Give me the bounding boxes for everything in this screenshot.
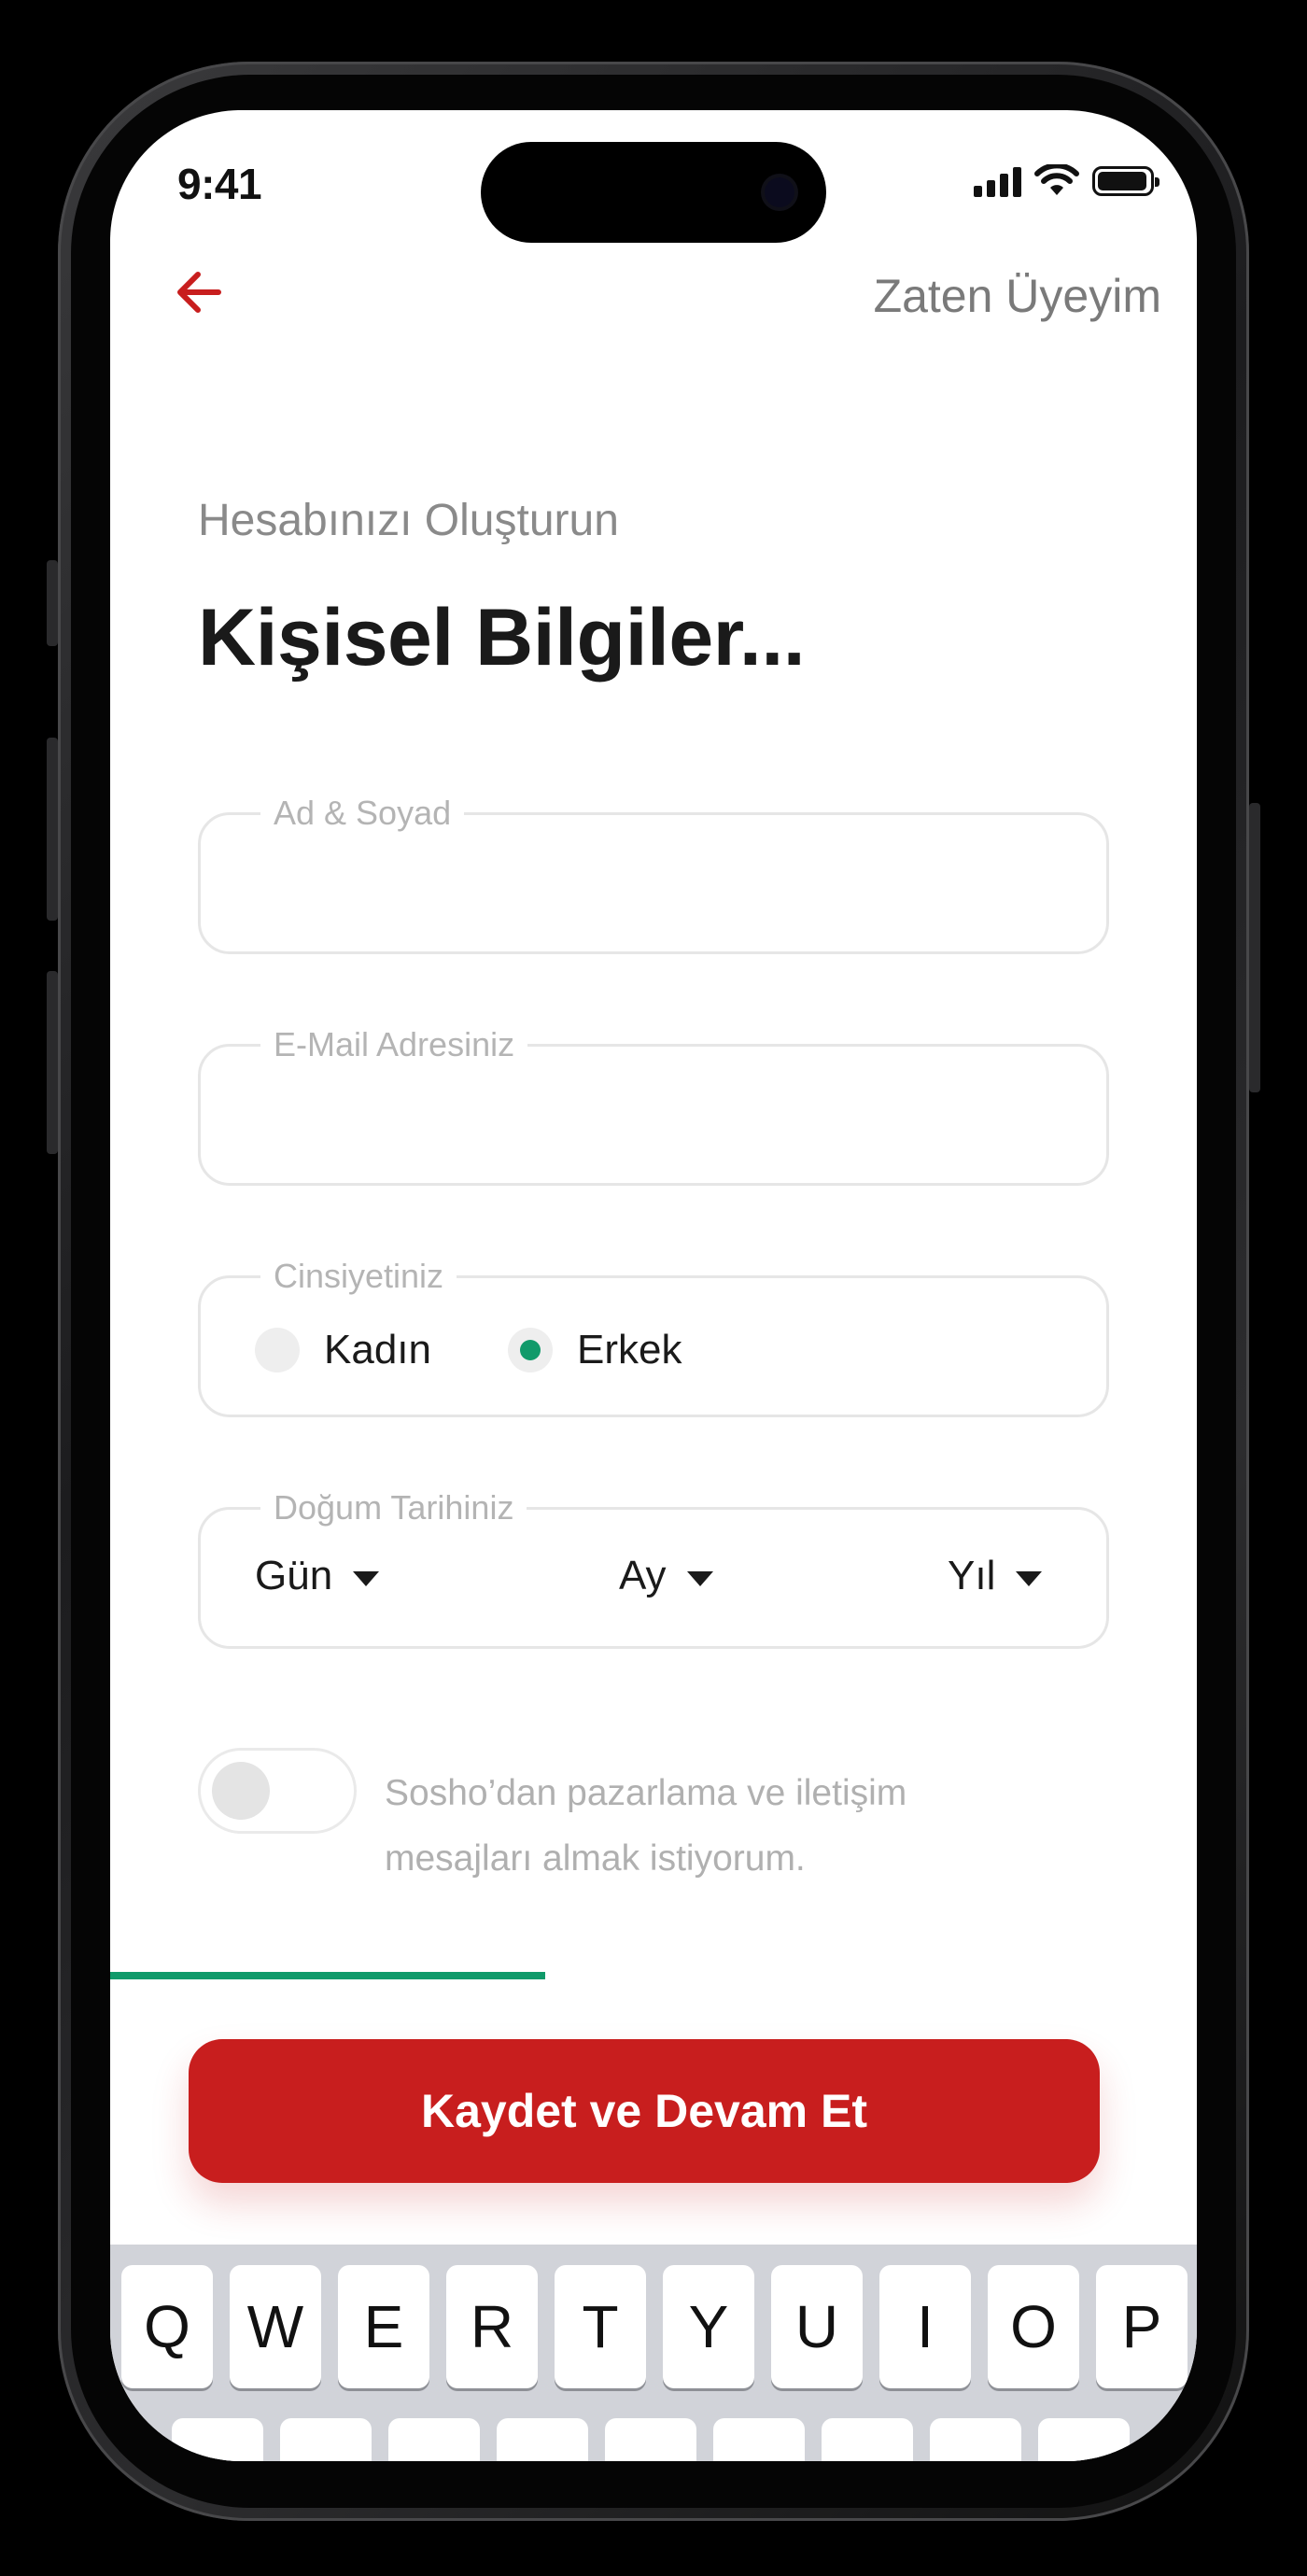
month-select[interactable]: Ay (619, 1553, 713, 1599)
save-continue-button[interactable]: Kaydet ve Devam Et (189, 2039, 1100, 2183)
already-member-link[interactable]: Zaten Üyeyim (874, 269, 1161, 323)
battery-icon (1092, 166, 1159, 196)
key-y[interactable]: Y (663, 2265, 754, 2388)
marketing-consent-text: Sosho’dan pazarlama ve iletişim mesajlar… (385, 1773, 907, 1879)
name-input[interactable] (238, 843, 1069, 923)
keyboard-key[interactable] (930, 2418, 1021, 2461)
keyboard-key[interactable] (1038, 2418, 1130, 2461)
key-i[interactable]: I (879, 2265, 971, 2388)
toggle-knob (212, 1762, 270, 1820)
volume-up-button (47, 738, 58, 921)
keyboard-key[interactable] (280, 2418, 372, 2461)
day-select-label: Gün (255, 1553, 333, 1598)
gender-female-label: Kadın (324, 1327, 431, 1372)
keyboard: QWERTYUIOP (110, 2245, 1197, 2461)
day-select[interactable]: Gün (255, 1553, 380, 1599)
gender-radio-group: Kadın Erkek (255, 1327, 682, 1373)
key-p[interactable]: P (1096, 2265, 1188, 2388)
keyboard-key[interactable] (172, 2418, 263, 2461)
arrow-left-icon[interactable] (170, 263, 228, 321)
key-q[interactable]: Q (121, 2265, 213, 2388)
key-o[interactable]: O (988, 2265, 1079, 2388)
key-w[interactable]: W (230, 2265, 321, 2388)
battery-level (1098, 172, 1146, 190)
dynamic-island (481, 142, 826, 243)
gender-option-male[interactable]: Erkek (507, 1327, 682, 1373)
key-r[interactable]: R (446, 2265, 538, 2388)
key-t[interactable]: T (555, 2265, 646, 2388)
keyboard-key[interactable] (605, 2418, 696, 2461)
action-button (47, 560, 58, 646)
email-input[interactable] (238, 1075, 1069, 1155)
caret-down-icon (686, 1571, 713, 1586)
progress-bar (110, 1972, 1197, 1979)
keyboard-key[interactable] (822, 2418, 913, 2461)
gender-male-label: Erkek (576, 1327, 682, 1372)
app-screen: 9:41 Zaten Üyeyim Hesabınızı Oluşturun K… (110, 110, 1197, 2461)
key-e[interactable]: E (338, 2265, 429, 2388)
name-field-label: Ad & Soyad (260, 795, 465, 832)
gender-field: Cinsiyetiniz Kadın Erkek (198, 1258, 1109, 1417)
progress-fill (110, 1972, 545, 1979)
radio-male[interactable] (507, 1328, 553, 1372)
volume-down-button (47, 971, 58, 1154)
keyboard-row-1: QWERTYUIOP (121, 2265, 1188, 2388)
power-button (1249, 803, 1260, 1092)
name-field[interactable]: Ad & Soyad (198, 795, 1109, 954)
keyboard-key[interactable] (388, 2418, 480, 2461)
keyboard-row-2 (172, 2418, 1130, 2461)
marketing-toggle[interactable] (198, 1748, 357, 1834)
front-camera (765, 177, 794, 207)
year-select[interactable]: Yıl (948, 1553, 1043, 1599)
email-field-label: E-Mail Adresiniz (260, 1026, 528, 1063)
wifi-icon (1034, 164, 1079, 195)
keyboard-key[interactable] (497, 2418, 588, 2461)
status-icons (974, 162, 1159, 200)
radio-female[interactable] (255, 1328, 300, 1372)
status-time: 9:41 (177, 160, 262, 208)
keyboard-key[interactable] (713, 2418, 805, 2461)
cellular-signal-icon (974, 165, 1021, 197)
page-subtitle: Hesabınızı Oluşturun (198, 496, 619, 545)
key-u[interactable]: U (771, 2265, 863, 2388)
caret-down-icon (353, 1571, 380, 1586)
year-select-label: Yıl (948, 1553, 996, 1598)
gender-option-female[interactable]: Kadın (255, 1327, 431, 1373)
birthdate-field-label: Doğum Tarihiniz (260, 1489, 527, 1527)
gender-field-label: Cinsiyetiniz (260, 1258, 457, 1295)
email-field[interactable]: E-Mail Adresiniz (198, 1026, 1109, 1186)
month-select-label: Ay (619, 1553, 667, 1598)
birthdate-field: Doğum Tarihiniz Gün Ay Yıl (198, 1489, 1109, 1649)
caret-down-icon (1016, 1571, 1043, 1586)
page-title: Kişisel Bilgiler... (198, 593, 806, 683)
